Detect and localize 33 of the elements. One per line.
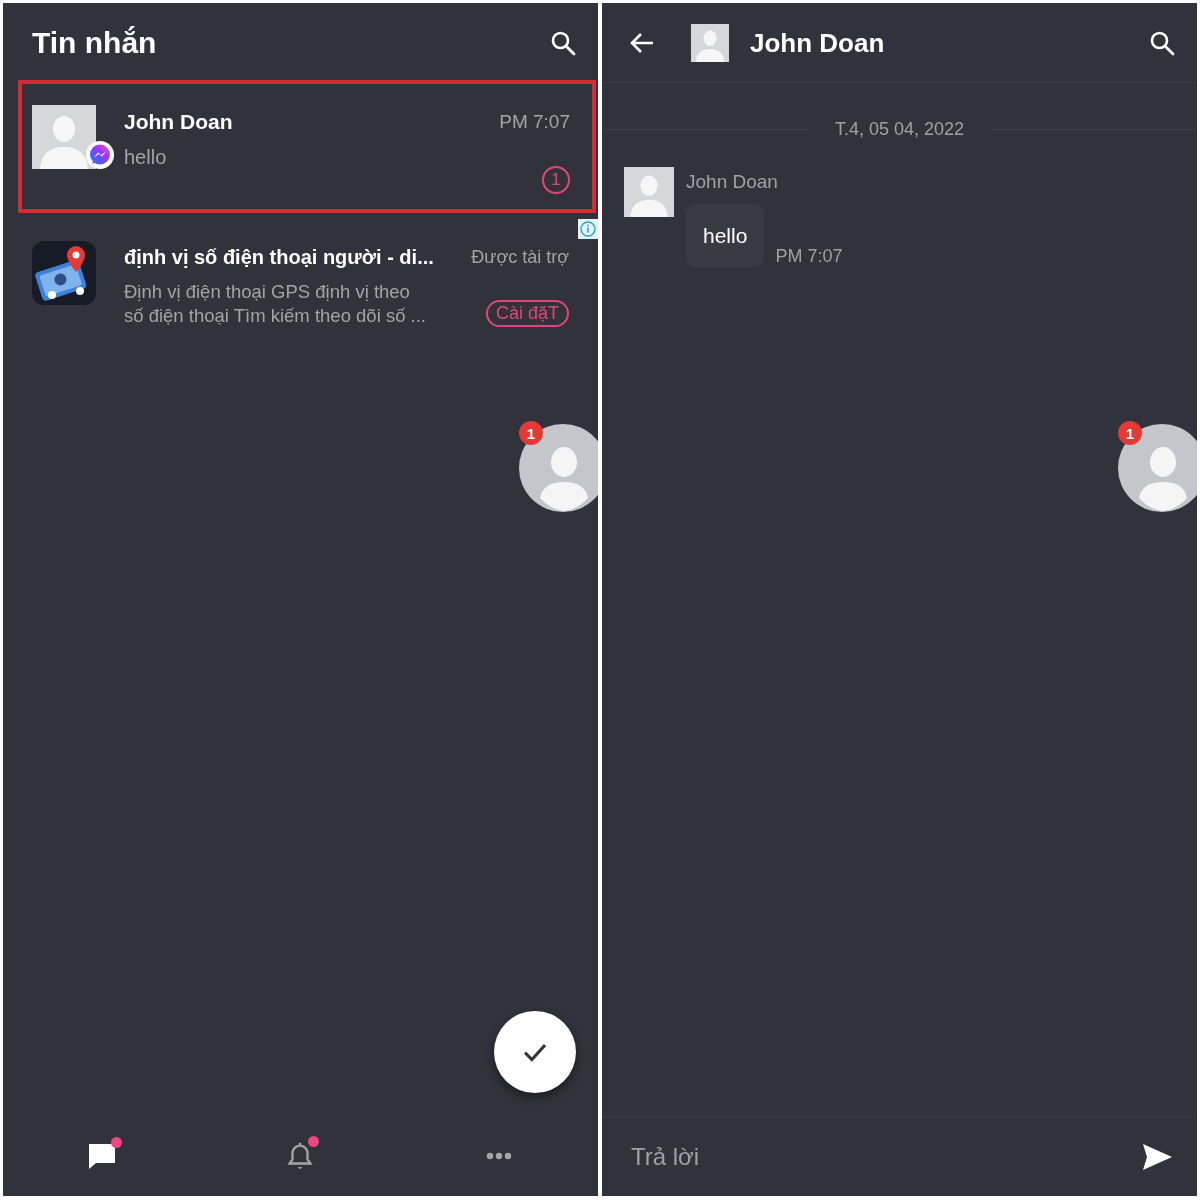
bell-icon bbox=[286, 1141, 315, 1171]
ad-description: Định vị điện thoại GPS định vị theo số điện thoại Tìm kiếm theo dõi số ... bbox=[124, 280, 426, 328]
unread-badge: 1 bbox=[1118, 421, 1142, 445]
avatar-icon bbox=[691, 23, 729, 62]
screen-title: Tin nhắn bbox=[32, 25, 157, 61]
message-time: PM 7:07 bbox=[499, 110, 570, 134]
more-icon bbox=[485, 1152, 512, 1160]
reply-field[interactable]: Trả lời bbox=[631, 1138, 1142, 1175]
conversation-item[interactable]: John Doan hello PM 7:07 1 bbox=[18, 80, 596, 213]
sponsored-label: Được tài trợ bbox=[471, 246, 569, 269]
chat-bubble-icon bbox=[87, 1142, 118, 1170]
app-icon bbox=[32, 241, 96, 305]
message-time: PM 7:07 bbox=[775, 245, 843, 268]
avatar-icon bbox=[32, 105, 96, 169]
contact-name: John Doan bbox=[124, 109, 233, 135]
search-icon bbox=[550, 30, 576, 56]
search-button[interactable] bbox=[550, 30, 576, 56]
done-button[interactable] bbox=[494, 1011, 576, 1093]
messenger-badge-icon bbox=[86, 141, 114, 169]
avatar-icon bbox=[624, 167, 674, 217]
search-button[interactable] bbox=[1149, 29, 1175, 56]
chat-title: John Doan bbox=[750, 26, 885, 59]
sender-name: John Doan bbox=[686, 170, 778, 194]
unread-badge: 1 bbox=[519, 421, 543, 445]
send-icon bbox=[1142, 1142, 1173, 1171]
date-separator: T.4, 05 04, 2022 bbox=[833, 118, 966, 141]
ad-title[interactable]: định vị số điện thoại người - di... bbox=[124, 244, 434, 270]
send-button[interactable] bbox=[1142, 1142, 1173, 1171]
floating-avatar-icon[interactable] bbox=[1118, 424, 1197, 512]
unread-count: 1 bbox=[542, 166, 570, 194]
search-icon bbox=[1149, 29, 1175, 56]
message-bubble: hello bbox=[686, 204, 765, 267]
message-preview: hello bbox=[124, 145, 167, 170]
